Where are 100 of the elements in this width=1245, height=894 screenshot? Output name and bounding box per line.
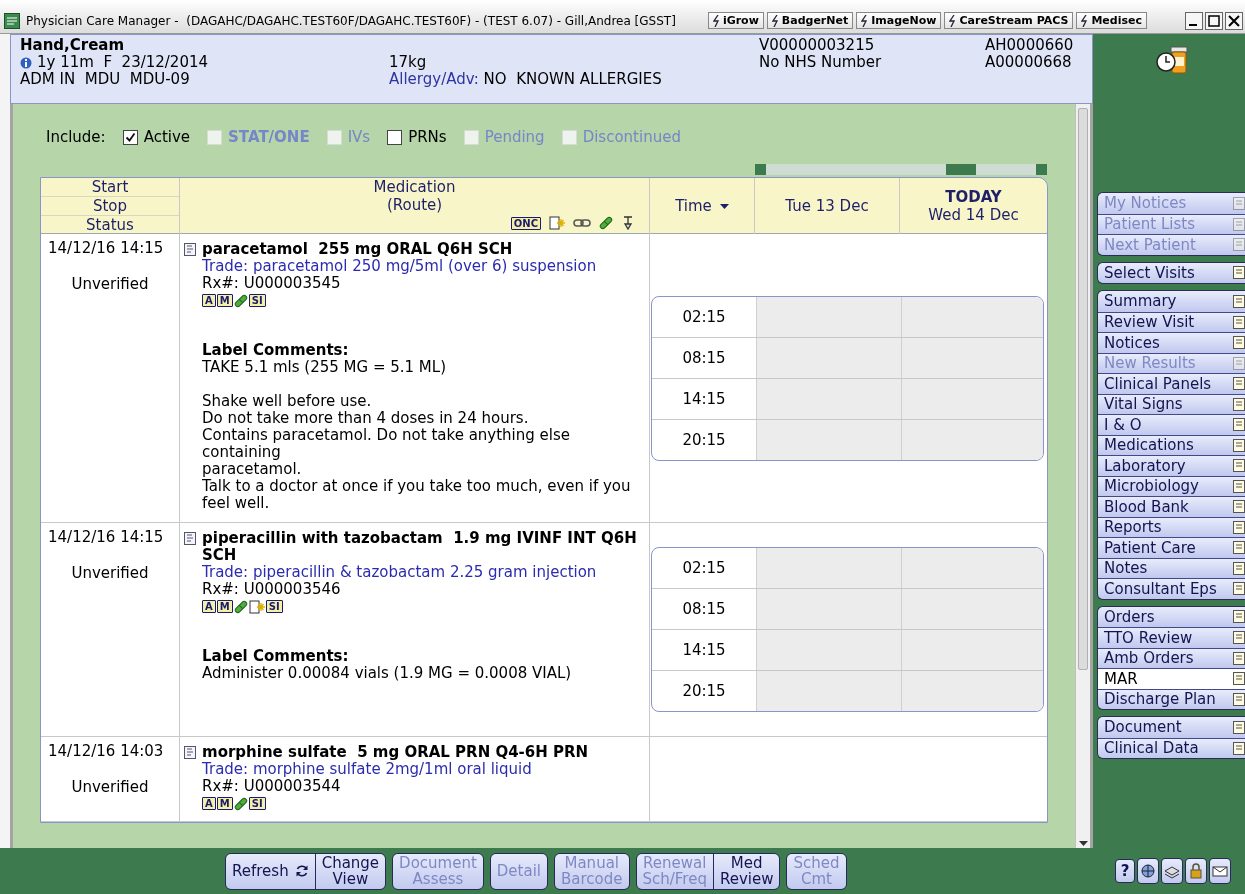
- nav-item[interactable]: Patient Care: [1098, 537, 1245, 558]
- action-button[interactable]: Refresh: [226, 853, 315, 889]
- dose-slot[interactable]: [756, 296, 901, 337]
- document-icon: [1233, 500, 1245, 514]
- nav-item[interactable]: Blood Bank: [1098, 496, 1245, 517]
- close-icon[interactable]: [1225, 11, 1243, 30]
- nav-item[interactable]: Notes: [1098, 557, 1245, 578]
- comments-title: Label Comments:: [202, 648, 350, 665]
- nav-item[interactable]: Review Visit: [1098, 311, 1245, 332]
- checkbox[interactable]: [122, 129, 138, 145]
- maximize-icon[interactable]: [1205, 11, 1223, 30]
- note-icon: [549, 216, 565, 230]
- document-icon: [1233, 692, 1245, 706]
- status-text: Unverified: [71, 276, 149, 293]
- document-icon[interactable]: [184, 532, 196, 545]
- document-icon: [1233, 377, 1245, 391]
- info-icon[interactable]: [20, 56, 32, 69]
- toolbar-link[interactable]: BadgerNet: [766, 12, 854, 29]
- nav-item[interactable]: Select Visits: [1098, 262, 1245, 283]
- action-button[interactable]: Change View: [314, 853, 386, 889]
- nav-item[interactable]: Notices: [1098, 332, 1245, 353]
- document-icon: [1233, 336, 1245, 350]
- dose-time: 14:15: [681, 640, 727, 661]
- pill-icon: [599, 216, 613, 230]
- mail-icon[interactable]: [1209, 858, 1231, 884]
- pill-icon: [233, 796, 248, 811]
- nav-item[interactable]: Microbiology: [1098, 475, 1245, 496]
- document-icon: [1233, 479, 1245, 493]
- document-icon: [1233, 356, 1245, 370]
- document-icon: [1233, 397, 1245, 411]
- minimize-icon[interactable]: [1185, 11, 1203, 30]
- badge: M: [216, 600, 233, 613]
- rx-number: Rx#: U000003545: [202, 275, 342, 292]
- comment-text: Administer 0.00084 vials (1.9 MG = 0.0008 VIAL): [202, 665, 573, 682]
- vertical-scrollbar[interactable]: [1075, 104, 1090, 848]
- nav-item[interactable]: Reports: [1098, 516, 1245, 537]
- column-header: Wed 14 Dec: [928, 206, 1019, 224]
- document-icon[interactable]: [184, 746, 196, 759]
- rx-number: Rx#: U000003546: [202, 581, 342, 598]
- patient-id: A00000668: [985, 54, 1073, 71]
- document-icon: [1233, 741, 1245, 755]
- document-icon: [1233, 651, 1245, 665]
- start-time: 14/12/16 14:15: [48, 529, 165, 546]
- toolbar-link[interactable]: iGrow: [707, 12, 764, 29]
- toolbar-link[interactable]: CareStream PACS: [944, 12, 1074, 29]
- nav-item[interactable]: Amb Orders: [1098, 647, 1245, 668]
- nav-item[interactable]: Summary: [1098, 291, 1245, 312]
- nav-item[interactable]: Laboratory: [1098, 455, 1245, 476]
- badge: M: [216, 797, 233, 810]
- nav-item[interactable]: Vital Signs: [1098, 393, 1245, 414]
- scroll-down-icon[interactable]: [1078, 841, 1088, 846]
- filter-label: Include:: [46, 128, 106, 146]
- action-button[interactable]: Med Review: [712, 853, 780, 889]
- clock-bottle-icon[interactable]: [1155, 45, 1191, 75]
- start-time: 14/12/16 14:03: [48, 743, 165, 760]
- dose-time: 14:15: [681, 388, 727, 410]
- nav-item[interactable]: Document: [1098, 717, 1245, 738]
- dose-time: 02:15: [681, 558, 727, 579]
- dropdown-caret-icon[interactable]: [719, 203, 729, 209]
- column-header: Tue 13 Dec: [785, 197, 869, 215]
- document-icon[interactable]: [184, 243, 196, 256]
- badge: A: [202, 294, 216, 307]
- refresh-icon: [294, 864, 309, 878]
- layers-icon[interactable]: [1161, 858, 1183, 884]
- column-header[interactable]: Time: [675, 197, 712, 215]
- toolbar-link[interactable]: Medisec: [1076, 12, 1147, 29]
- document-icon: [1233, 217, 1245, 231]
- horizontal-scrollbar[interactable]: [755, 164, 1047, 175]
- medication-name: morphine sulfate 5 mg ORAL PRN Q4-6H PRN: [202, 744, 589, 761]
- badge: A: [202, 600, 216, 613]
- document-icon: [1233, 294, 1245, 308]
- nav-item[interactable]: Medications: [1098, 434, 1245, 455]
- status-text: Unverified: [71, 779, 149, 796]
- globe-icon[interactable]: [1137, 858, 1159, 884]
- checkmark-icon: [124, 131, 136, 143]
- nav-item[interactable]: Clinical Panels: [1098, 373, 1245, 394]
- document-icon: [1233, 720, 1245, 734]
- checkbox[interactable]: [387, 129, 403, 145]
- lightning-icon: [712, 14, 720, 27]
- nav-item[interactable]: I & O: [1098, 414, 1245, 435]
- document-icon: [1233, 459, 1245, 473]
- nav-item[interactable]: MAR: [1098, 668, 1245, 689]
- dose-slot[interactable]: [901, 296, 1043, 337]
- help-button[interactable]: ?: [1115, 859, 1135, 883]
- nav-item[interactable]: Orders: [1098, 606, 1245, 627]
- nav-item[interactable]: Discharge Plan: [1098, 688, 1245, 709]
- column-header: Stop: [41, 197, 179, 216]
- nav-item[interactable]: Clinical Data: [1098, 737, 1245, 758]
- document-icon: [1233, 418, 1245, 432]
- checkbox-label: IVs: [347, 128, 371, 146]
- nav-item[interactable]: TTO Review: [1098, 627, 1245, 648]
- column-header: Start: [41, 178, 179, 197]
- column-header: Status: [85, 216, 135, 234]
- link-icon: [573, 217, 591, 229]
- toolbar-link[interactable]: ImageNow: [856, 12, 942, 29]
- lock-icon[interactable]: [1185, 858, 1207, 884]
- nav-item[interactable]: Consultant Eps: [1098, 578, 1245, 599]
- document-icon: [1233, 582, 1245, 596]
- document-icon: [1233, 631, 1245, 645]
- badge: SI: [248, 294, 266, 307]
